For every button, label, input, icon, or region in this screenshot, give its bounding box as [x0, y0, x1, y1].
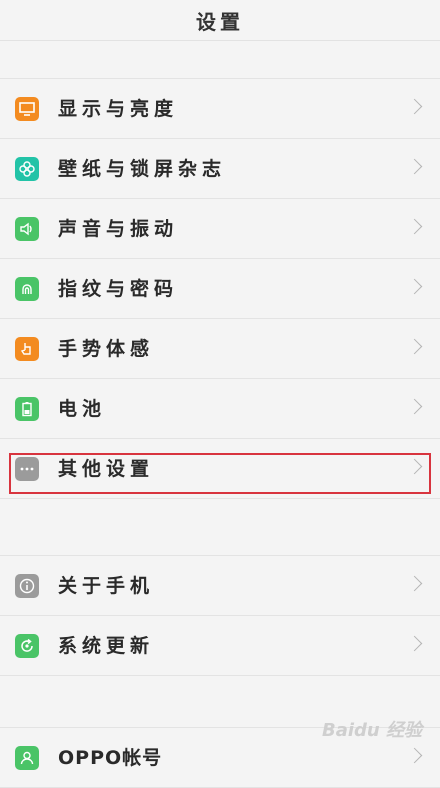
settings-item-display[interactable]: 显示与亮度 — [0, 79, 440, 139]
settings-item-wallpaper[interactable]: 壁纸与锁屏杂志 — [0, 139, 440, 199]
settings-group-about: 关于手机 系统更新 — [0, 555, 440, 676]
settings-item-fingerprint[interactable]: 指纹与密码 — [0, 259, 440, 319]
settings-item-label: 关于手机 — [58, 575, 155, 597]
settings-item-other[interactable]: 其他设置 — [0, 439, 440, 499]
fingerprint-icon — [15, 277, 39, 301]
flower-icon — [15, 157, 39, 181]
settings-item-label: 其他设置 — [58, 458, 155, 480]
chevron-right-icon — [406, 278, 423, 295]
chevron-right-icon — [406, 747, 423, 764]
hand-icon — [15, 337, 39, 361]
settings-item-label: OPPO帐号 — [58, 747, 163, 769]
settings-item-label: 壁纸与锁屏杂志 — [58, 158, 227, 180]
chevron-right-icon — [406, 338, 423, 355]
header: 设置 — [0, 0, 440, 41]
chevron-right-icon — [406, 158, 423, 175]
chevron-right-icon — [406, 635, 423, 652]
chevron-right-icon — [406, 458, 423, 475]
settings-item-label: 电池 — [58, 398, 107, 420]
battery-icon — [15, 397, 39, 421]
user-icon — [15, 746, 39, 770]
chevron-right-icon — [406, 398, 423, 415]
page-title: 设置 — [196, 9, 244, 34]
chevron-right-icon — [406, 98, 423, 115]
settings-item-label: 手势体感 — [58, 338, 155, 360]
settings-item-update[interactable]: 系统更新 — [0, 616, 440, 676]
more-icon — [15, 457, 39, 481]
info-icon — [15, 574, 39, 598]
settings-item-gesture[interactable]: 手势体感 — [0, 319, 440, 379]
settings-item-label: 指纹与密码 — [58, 278, 179, 300]
settings-item-about[interactable]: 关于手机 — [0, 556, 440, 616]
chevron-right-icon — [406, 218, 423, 235]
watermark: Baidu 经验 — [322, 720, 423, 741]
settings-item-label: 显示与亮度 — [58, 98, 179, 120]
chevron-right-icon — [406, 575, 423, 592]
settings-group-main: 显示与亮度 壁纸与锁屏杂志 声音与振动 指纹与密码 手势体感 电池 其他设置 — [0, 78, 440, 499]
settings-item-label: 系统更新 — [58, 635, 155, 657]
settings-item-battery[interactable]: 电池 — [0, 379, 440, 439]
settings-item-label: 声音与振动 — [58, 218, 179, 240]
update-icon — [15, 634, 39, 658]
monitor-icon — [15, 97, 39, 121]
settings-item-sound[interactable]: 声音与振动 — [0, 199, 440, 259]
speaker-icon — [15, 217, 39, 241]
